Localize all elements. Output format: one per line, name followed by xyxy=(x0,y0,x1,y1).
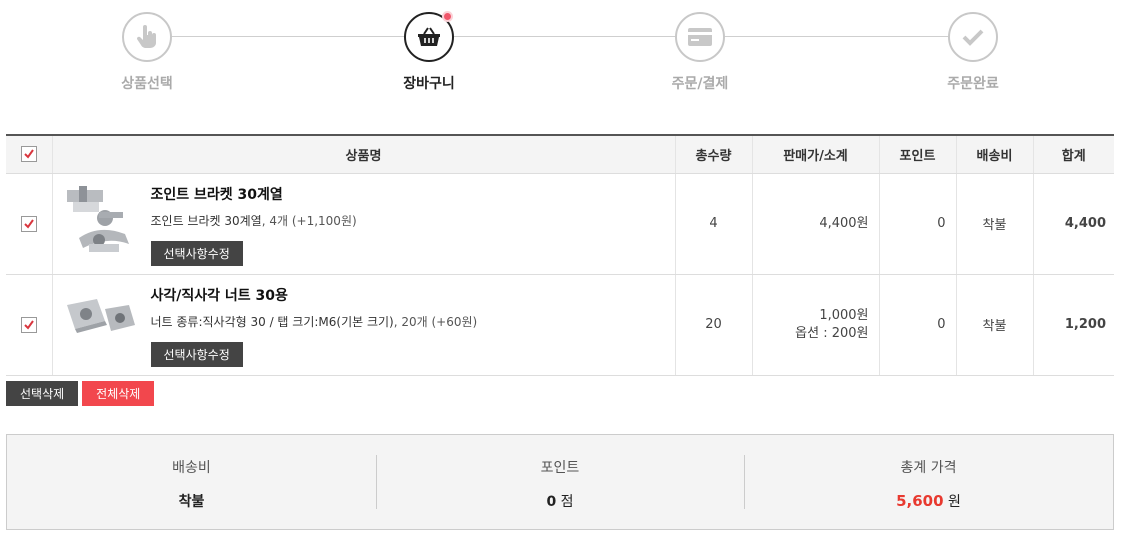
cart-actions: 선택삭제 전체삭제 xyxy=(6,381,155,406)
header-qty: 총수량 xyxy=(674,134,752,174)
table-row: 조인트 브라켓 30계열 조인트 브라켓 30계열, 4개 (+1,100원) … xyxy=(6,173,1114,275)
row-checkbox[interactable] xyxy=(20,215,37,232)
product-name[interactable]: 조인트 브라켓 30계열 xyxy=(151,184,357,204)
summary-total-value: 5,600 원 xyxy=(896,492,961,510)
price-value: 1,000원 xyxy=(819,307,869,323)
header-shipping: 배송비 xyxy=(955,134,1033,174)
delete-selected-button[interactable]: 선택삭제 xyxy=(6,381,79,406)
option-extra: , 20개 (+60원) xyxy=(393,314,478,329)
step-checkout: 주문/결제 xyxy=(640,12,760,93)
option-main: 조인트 브라켓 30계열 xyxy=(150,213,262,228)
product-thumbnail-bracket[interactable] xyxy=(59,182,143,262)
summary-total: 총계 가격 5,600 원 xyxy=(744,435,1113,529)
header-product: 상품명 xyxy=(51,134,675,174)
option-extra: , 4개 (+1,100원) xyxy=(261,213,357,228)
checkmark-icon xyxy=(948,12,998,62)
price-cell: 1,000원 옵션 : 200원 xyxy=(751,274,879,376)
product-cell: 조인트 브라켓 30계열 조인트 브라켓 30계열, 4개 (+1,100원) … xyxy=(51,173,675,275)
step-complete: 주문완료 xyxy=(913,12,1033,93)
notification-dot xyxy=(442,11,453,22)
row-checkbox[interactable] xyxy=(20,316,37,333)
point-cell: 0 xyxy=(878,173,956,275)
header-price: 판매가/소계 xyxy=(751,134,879,174)
summary-point: 포인트 0 점 xyxy=(376,435,744,529)
qty-cell: 20 xyxy=(674,274,752,376)
step-label: 주문완료 xyxy=(947,76,999,92)
step-label: 상품선택 xyxy=(121,76,173,92)
table-row: 사각/직사각 너트 30용 너트 종류:직사각형 30 / 탭 크기:M6(기본… xyxy=(6,274,1114,376)
summary-shipping: 배송비 착불 xyxy=(7,435,376,529)
summary-point-value: 0 점 xyxy=(546,494,574,510)
header-total: 합계 xyxy=(1032,134,1114,174)
product-cell: 사각/직사각 너트 30용 너트 종류:직사각형 30 / 탭 크기:M6(기본… xyxy=(51,274,675,376)
price-cell: 4,400원 xyxy=(751,173,879,275)
product-thumbnail-nut[interactable] xyxy=(59,283,143,363)
step-connector-line xyxy=(147,36,973,37)
shipping-cell: 착불 xyxy=(955,274,1033,376)
price-value: 4,400원 xyxy=(819,215,869,231)
hand-pointer-icon xyxy=(122,12,172,62)
cart-table: 상품명 총수량 판매가/소계 포인트 배송비 합계 조인트 브라켓 30계열 조… xyxy=(6,134,1114,376)
edit-option-button[interactable]: 선택사항수정 xyxy=(150,240,243,266)
qty-cell: 4 xyxy=(674,173,752,275)
order-summary: 배송비 착불 포인트 0 점 총계 가격 5,600 원 xyxy=(6,434,1114,530)
row-select-cell xyxy=(6,173,52,275)
header-point: 포인트 xyxy=(878,134,956,174)
summary-shipping-label: 배송비 xyxy=(172,460,211,476)
step-cart: 장바구니 xyxy=(369,11,489,93)
product-option: 조인트 브라켓 30계열, 4개 (+1,100원) xyxy=(151,212,357,229)
step-label: 장바구니 xyxy=(403,76,455,92)
row-select-cell xyxy=(6,274,52,376)
order-progress-stepper: 상품선택 장바구니 주문/결제 주문완료 xyxy=(0,0,1121,110)
price-option-extra: 옵션 : 200원 xyxy=(795,325,869,341)
row-total: 1,200 xyxy=(1032,274,1114,376)
product-option: 너트 종류:직사각형 30 / 탭 크기:M6(기본 크기), 20개 (+60… xyxy=(151,313,478,330)
product-name[interactable]: 사각/직사각 너트 30용 xyxy=(151,285,478,305)
option-main: 너트 종류:직사각형 30 / 탭 크기:M6(기본 크기) xyxy=(150,314,394,329)
row-total: 4,400 xyxy=(1032,173,1114,275)
shipping-cell: 착불 xyxy=(955,173,1033,275)
point-cell: 0 xyxy=(878,274,956,376)
select-all-checkbox[interactable] xyxy=(20,146,37,163)
step-label: 주문/결제 xyxy=(671,76,729,92)
summary-point-label: 포인트 xyxy=(540,460,580,476)
table-header-row: 상품명 총수량 판매가/소계 포인트 배송비 합계 xyxy=(6,134,1114,174)
credit-card-icon xyxy=(675,12,725,62)
step-product-select: 상품선택 xyxy=(87,12,207,93)
edit-option-button[interactable]: 선택사항수정 xyxy=(150,341,243,367)
basket-icon xyxy=(404,11,454,62)
delete-all-button[interactable]: 전체삭제 xyxy=(82,381,155,406)
select-all-header xyxy=(6,134,52,174)
summary-total-label: 총계 가격 xyxy=(900,460,957,476)
summary-shipping-value: 착불 xyxy=(178,494,205,510)
